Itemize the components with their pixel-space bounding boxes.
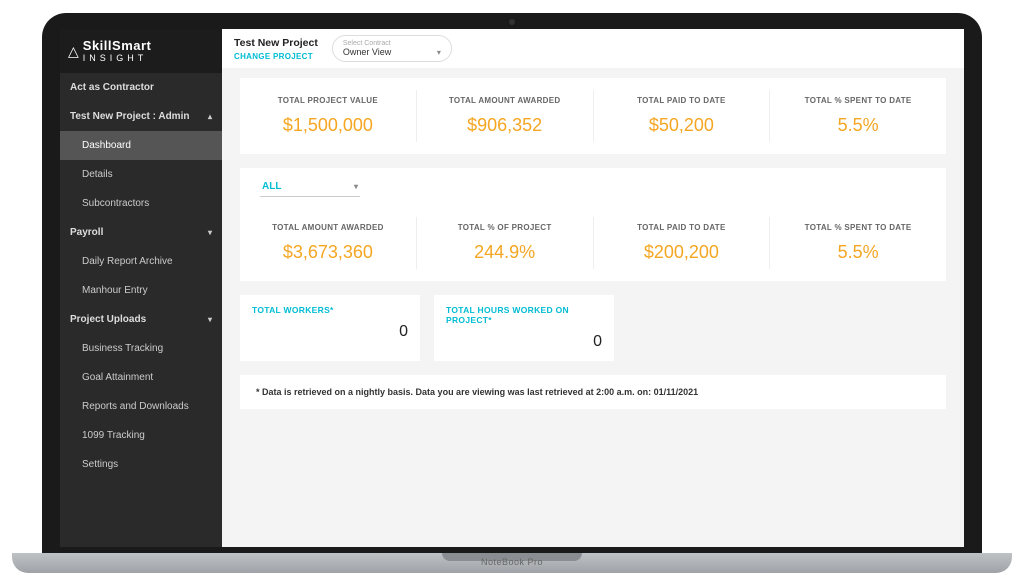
metric-label: TOTAL PAID TO DATE [598, 223, 766, 232]
topbar-project-block: Test New Project CHANGE PROJECT [234, 37, 318, 61]
contract-select-label: Select Contract [343, 40, 441, 47]
metric-label: TOTAL PROJECT VALUE [244, 96, 412, 105]
metric-label: TOTAL AMOUNT AWARDED [421, 96, 589, 105]
metric-value: 244.9% [421, 242, 589, 263]
sidebar-item-dashboard[interactable]: Dashboard [60, 131, 222, 160]
logo: △ SkillSmart INSIGHT [60, 29, 222, 73]
sidebar-nav: Act as Contractor Test New Project : Adm… [60, 73, 222, 547]
sidebar-item-payroll[interactable]: Payroll [60, 218, 222, 247]
metric-label: TOTAL % OF PROJECT [421, 223, 589, 232]
sidebar-item-label: Payroll [70, 227, 103, 238]
metric-amount-awarded-mid: TOTAL AMOUNT AWARDED $3,673,360 [240, 217, 417, 269]
metric-total-paid-to-date: TOTAL PAID TO DATE $50,200 [594, 90, 771, 142]
sidebar-item-goal-attainment[interactable]: Goal Attainment [60, 363, 222, 392]
metric-label: TOTAL % SPENT TO DATE [774, 96, 942, 105]
metric-pct-of-project: TOTAL % OF PROJECT 244.9% [417, 217, 594, 269]
sidebar: △ SkillSmart INSIGHT Act as Contractor T… [60, 29, 222, 547]
screen-bezel: △ SkillSmart INSIGHT Act as Contractor T… [42, 13, 982, 553]
card-total-workers: TOTAL WORKERS* 0 [240, 295, 420, 361]
sidebar-item-1099-tracking[interactable]: 1099 Tracking [60, 421, 222, 450]
project-name: Test New Project [234, 37, 318, 49]
metric-value: $1,500,000 [244, 115, 412, 136]
sidebar-item-settings[interactable]: Settings [60, 450, 222, 479]
sidebar-item-daily-report[interactable]: Daily Report Archive [60, 247, 222, 276]
card-value: 0 [446, 333, 602, 351]
sidebar-item-label: Test New Project : Admin [70, 111, 189, 122]
filter-select[interactable]: ALL [260, 177, 360, 197]
metric-total-spent-to-date: TOTAL % SPENT TO DATE 5.5% [770, 90, 946, 142]
card-label: TOTAL WORKERS* [252, 305, 408, 315]
sidebar-item-label: Project Uploads [70, 314, 146, 325]
metric-value: $50,200 [598, 115, 766, 136]
metric-spent-to-date-mid: TOTAL % SPENT TO DATE 5.5% [770, 217, 946, 269]
sidebar-item-business-tracking[interactable]: Business Tracking [60, 334, 222, 363]
sidebar-item-subcontractors[interactable]: Subcontractors [60, 189, 222, 218]
contract-select-value: Owner View [343, 47, 441, 57]
card-label: TOTAL HOURS WORKED ON PROJECT* [446, 305, 602, 325]
metric-value: $906,352 [421, 115, 589, 136]
metric-total-project-value: TOTAL PROJECT VALUE $1,500,000 [240, 90, 417, 142]
change-project-link[interactable]: CHANGE PROJECT [234, 52, 318, 61]
sidebar-item-manhour[interactable]: Manhour Entry [60, 276, 222, 305]
metric-label: TOTAL AMOUNT AWARDED [244, 223, 412, 232]
small-cards-row: TOTAL WORKERS* 0 TOTAL HOURS WORKED ON P… [240, 295, 946, 361]
laptop-model-label: NoteBook Pro [481, 557, 543, 567]
dashboard-content: TOTAL PROJECT VALUE $1,500,000 TOTAL AMO… [222, 68, 964, 547]
metric-value: $3,673,360 [244, 242, 412, 263]
contract-select[interactable]: Select Contract Owner View [332, 35, 452, 62]
metric-value: $200,200 [598, 242, 766, 263]
card-value: 0 [252, 323, 408, 341]
filter-value: ALL [262, 181, 281, 192]
sidebar-item-act-as-contractor[interactable]: Act as Contractor [60, 73, 222, 102]
sidebar-item-label: Act as Contractor [70, 82, 154, 93]
sidebar-item-reports[interactable]: Reports and Downloads [60, 392, 222, 421]
laptop-frame: △ SkillSmart INSIGHT Act as Contractor T… [42, 13, 982, 573]
metric-paid-to-date-mid: TOTAL PAID TO DATE $200,200 [594, 217, 771, 269]
sidebar-item-project-uploads[interactable]: Project Uploads [60, 305, 222, 334]
metric-label: TOTAL PAID TO DATE [598, 96, 766, 105]
data-refresh-note: * Data is retrieved on a nightly basis. … [240, 375, 946, 409]
filter-row: ALL [240, 168, 946, 205]
sidebar-item-details[interactable]: Details [60, 160, 222, 189]
metric-label: TOTAL % SPENT TO DATE [774, 223, 942, 232]
metric-value: 5.5% [774, 242, 942, 263]
logo-text-bottom: INSIGHT [83, 54, 152, 63]
metrics-row-top: TOTAL PROJECT VALUE $1,500,000 TOTAL AMO… [240, 78, 946, 154]
logo-icon: △ [68, 43, 79, 60]
sidebar-item-project-admin[interactable]: Test New Project : Admin [60, 102, 222, 131]
camera-dot [509, 19, 515, 25]
logo-text-top: SkillSmart [83, 39, 152, 52]
metric-total-amount-awarded: TOTAL AMOUNT AWARDED $906,352 [417, 90, 594, 142]
app-screen: △ SkillSmart INSIGHT Act as Contractor T… [60, 29, 964, 547]
main-area: Test New Project CHANGE PROJECT Select C… [222, 29, 964, 547]
metrics-row-mid: TOTAL AMOUNT AWARDED $3,673,360 TOTAL % … [240, 205, 946, 281]
card-total-hours: TOTAL HOURS WORKED ON PROJECT* 0 [434, 295, 614, 361]
metric-value: 5.5% [774, 115, 942, 136]
laptop-base: NoteBook Pro [12, 553, 1012, 573]
topbar: Test New Project CHANGE PROJECT Select C… [222, 29, 964, 68]
